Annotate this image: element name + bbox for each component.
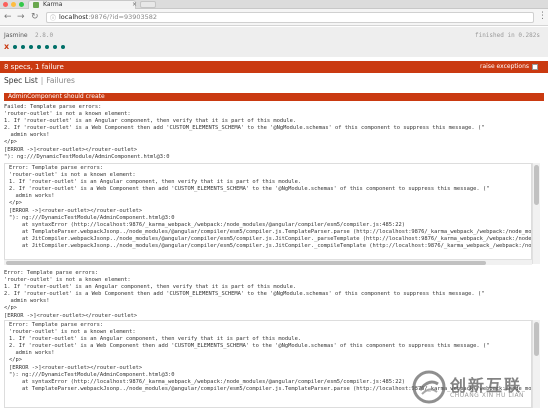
stack-trace-box[interactable]: Error: Template parse errors: 'router-ou… <box>4 163 532 264</box>
watermark: 创新互联 CHUANG XIN HU LIAN <box>412 370 546 404</box>
passed-spec-symbol[interactable] <box>45 45 50 49</box>
watermark-subtext: CHUANG XIN HU LIAN <box>450 392 525 399</box>
passed-spec-symbol[interactable] <box>21 45 26 49</box>
passed-spec-symbol[interactable] <box>29 45 34 49</box>
passed-spec-symbol[interactable] <box>13 45 18 49</box>
stack-trace-text: Error: Template parse errors: 'router-ou… <box>9 165 531 250</box>
passed-spec-symbol[interactable] <box>53 45 58 49</box>
karma-favicon-icon <box>33 2 39 8</box>
zoom-window-icon[interactable] <box>19 2 24 7</box>
failure-summary-bar: 8 specs, 1 failure raise exceptions <box>0 61 548 73</box>
new-tab-button[interactable] <box>140 1 156 8</box>
failure-message: Failed: Template parse errors: 'router-o… <box>4 104 485 160</box>
vertical-scrollbar[interactable] <box>532 163 540 264</box>
passed-spec-symbol[interactable] <box>37 45 42 49</box>
browser-tab[interactable]: Karma × <box>28 0 137 9</box>
scrollbar-thumb[interactable] <box>6 261 486 265</box>
tab-separator: | <box>40 76 44 85</box>
arrow-left-icon[interactable]: ← <box>4 12 12 22</box>
failed-spec-title[interactable]: AdminComponent should create <box>4 93 544 101</box>
arrow-right-icon[interactable]: → <box>17 12 25 22</box>
jasmine-banner: Jasmine 2.8.0 finished in 0.282s x <box>0 27 548 57</box>
raise-exceptions-label: raise exceptions <box>480 63 529 70</box>
horizontal-scrollbar[interactable] <box>4 259 532 265</box>
tab-title: Karma <box>43 1 63 8</box>
url-path: :9876/?id=93903582 <box>88 13 158 21</box>
tab-close-icon[interactable]: × <box>132 1 137 9</box>
jasmine-version: 2.8.0 <box>35 32 54 39</box>
scrollbar-thumb[interactable] <box>534 322 539 356</box>
browser-tab-bar: Karma × <box>0 0 548 9</box>
tab-failures[interactable]: Failures <box>46 76 75 85</box>
raise-exceptions-option[interactable]: raise exceptions <box>480 61 538 73</box>
url-host: localhost <box>59 13 89 21</box>
duration-text: finished in 0.282s <box>474 32 540 39</box>
address-bar[interactable]: ⓘ localhost:9876/?id=93903582 <box>46 12 534 23</box>
raise-exceptions-checkbox[interactable] <box>532 64 538 70</box>
failed-spec-symbol[interactable]: x <box>4 43 9 51</box>
browser-toolbar: ← → ↻ ⓘ localhost:9876/?id=93903582 ⋮ <box>0 9 548 26</box>
jasmine-logo[interactable]: Jasmine <box>4 32 28 39</box>
spec-symbol-summary: x <box>4 43 66 51</box>
summary-text: 8 specs, 1 failure <box>4 63 64 71</box>
tab-spec-list[interactable]: Spec List <box>4 76 38 85</box>
failure-message: Error: Template parse errors: 'router-ou… <box>4 270 485 319</box>
info-icon[interactable]: ⓘ <box>50 14 56 23</box>
results-tabs: Spec List | Failures <box>4 76 75 85</box>
reload-icon[interactable]: ↻ <box>31 12 39 22</box>
more-vert-icon[interactable]: ⋮ <box>538 11 547 21</box>
minimize-window-icon[interactable] <box>11 2 16 7</box>
passed-spec-symbol[interactable] <box>61 45 66 49</box>
scrollbar-thumb[interactable] <box>534 165 539 205</box>
close-window-icon[interactable] <box>3 2 8 7</box>
watermark-logo-icon <box>412 370 446 404</box>
